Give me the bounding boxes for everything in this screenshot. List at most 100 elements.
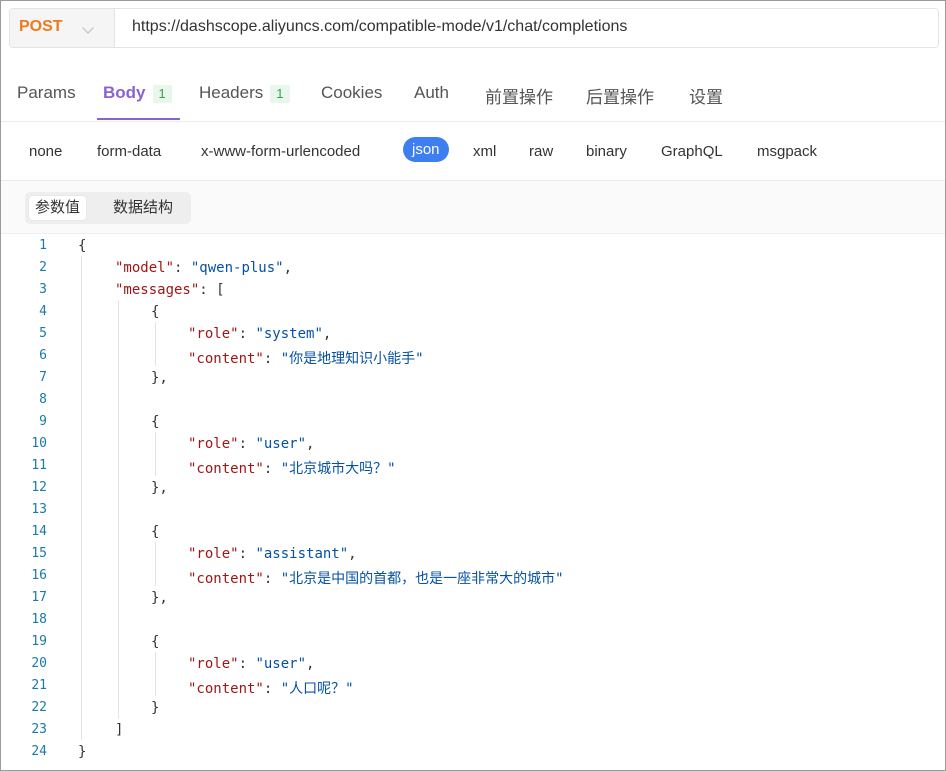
line-number: 22 [31,700,47,715]
url-input[interactable]: https://dashscope.aliyuncs.com/compatibl… [132,18,627,36]
body-type-binary[interactable]: binary [586,143,627,160]
segmented-control: 参数值 数据结构 [25,192,191,224]
tab-label: Headers [199,83,264,102]
code-line: } [151,700,159,716]
line-number: 18 [31,612,47,627]
json-punct: } [78,744,87,760]
code-line: "content": "人口呢？" [188,678,354,698]
tab-headers[interactable]: Headers 1 [199,83,290,103]
body-type-xml[interactable]: xml [473,143,496,160]
json-key: "model" [115,260,175,276]
json-punct: : [238,546,256,562]
request-editor-panel: POST https://dashscope.aliyuncs.com/comp… [0,0,946,771]
code-line: { [78,238,86,254]
tab-label: 后置操作 [586,88,654,107]
line-number: 12 [31,480,47,495]
code-line: }, [151,480,168,496]
code-line: ] [115,722,123,738]
code-line: "content": "北京城市大吗？" [188,458,396,478]
json-punct: : [263,461,281,477]
code-line: { [151,524,159,540]
line-number: 9 [39,414,47,429]
code-line: "role": "user", [188,656,314,672]
body-type-raw[interactable]: raw [529,143,553,160]
json-punct: { [78,238,87,254]
indent-guide [155,432,156,476]
body-type-urlencoded[interactable]: x-www-form-urlencoded [201,143,360,160]
json-key: "role" [188,436,239,452]
json-code-editor[interactable]: 1 2 3 4 5 6 7 8 9 10 11 12 13 14 15 16 1… [1,234,945,770]
code-line: }, [151,370,168,386]
json-punct: { [151,414,160,430]
code-line: "content": "北京是中国的首都，也是一座非常大的城市" [188,568,564,588]
json-punct: } [151,700,160,716]
line-number: 5 [39,326,47,341]
line-number: 24 [31,744,47,759]
code-line: "model": "qwen-plus", [115,260,292,276]
json-string: "北京是中国的首都，也是一座非常大的城市" [280,571,564,587]
line-number: 21 [31,678,47,693]
json-punct: , [348,546,357,562]
tab-params[interactable]: Params [17,83,76,103]
tab-data-schema[interactable]: 数据结构 [107,196,179,220]
body-type-form-data[interactable]: form-data [97,143,161,160]
line-number: 7 [39,370,47,385]
line-number: 13 [31,502,47,517]
code-line: { [151,304,159,320]
tab-count-badge: 1 [152,84,172,103]
method-label: POST [19,18,63,35]
tab-cookies[interactable]: Cookies [321,83,382,103]
indent-guide [81,256,82,740]
body-type-graphql[interactable]: GraphQL [661,143,723,160]
tab-body[interactable]: Body 1 [103,83,172,103]
json-punct: , [322,326,332,342]
body-type-msgpack[interactable]: msgpack [757,143,817,160]
json-punct: }, [151,370,168,386]
tab-label: Params [17,83,76,102]
body-type-none[interactable]: none [29,143,62,160]
tab-label: Body [103,83,146,102]
json-punct: { [151,304,160,320]
json-punct: [ [216,282,225,298]
tab-settings[interactable]: 设置 [689,83,723,108]
json-punct: : [263,351,281,367]
line-number: 10 [31,436,47,451]
body-type-selector: none form-data x-www-form-urlencoded jso… [1,122,945,181]
json-key: "role" [188,326,239,342]
line-number: 14 [31,524,47,539]
json-punct: : [263,681,281,697]
tab-label: Auth [414,83,449,102]
json-punct: : [238,436,256,452]
json-punct: : [238,326,256,342]
request-tabs: Params Body 1 Headers 1 Cookies Auth 前置操作 … [1,67,945,122]
json-string: "user" [255,436,307,452]
code-line: "messages": [ [115,282,225,298]
code-line: }, [151,590,168,606]
line-number: 4 [39,304,47,319]
active-tab-indicator [97,118,180,120]
tab-auth[interactable]: Auth [414,83,449,103]
code-line: "role": "assistant", [188,546,357,562]
line-number: 16 [31,568,47,583]
tab-pre-processors[interactable]: 前置操作 [485,83,553,108]
json-string: "user" [255,656,307,672]
tab-label: 设置 [689,88,723,107]
json-key: "content" [188,461,264,477]
line-number: 23 [31,722,47,737]
indent-guide [155,322,156,366]
tab-param-values[interactable]: 参数值 [29,196,87,220]
json-punct: { [151,634,160,650]
code-line: "role": "user", [188,436,314,452]
json-string: "北京城市大吗？" [280,461,396,477]
method-select[interactable]: POST [10,9,115,47]
json-punct: }, [151,480,168,496]
indent-guide [118,300,119,718]
code-line: "content": "你是地理知识小能手" [188,348,424,368]
json-key: "role" [188,546,239,562]
body-type-json[interactable]: json [403,137,449,162]
code-line: "role": "system", [188,326,331,342]
indent-guide [155,542,156,586]
tab-post-processors[interactable]: 后置操作 [586,83,654,108]
json-string: "assistant" [255,546,349,562]
json-string: "system" [255,326,323,342]
